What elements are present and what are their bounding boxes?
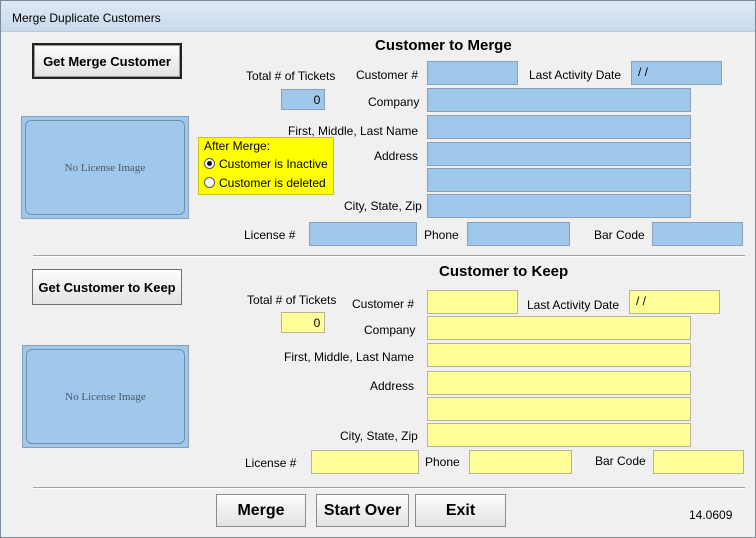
after-merge-group: After Merge: Customer is Inactive Custom… xyxy=(198,137,334,195)
merge-name-label: First, Middle, Last Name xyxy=(288,124,419,138)
merge-barcode-label: Bar Code xyxy=(594,228,645,242)
keep-company-label: Company xyxy=(364,323,416,337)
merge-last-activity-label: Last Activity Date xyxy=(529,68,622,82)
keep-phone-field[interactable] xyxy=(469,450,572,474)
radio-customer-deleted-label[interactable]: Customer is deleted xyxy=(219,176,326,190)
get-customer-to-keep-button[interactable]: Get Customer to Keep xyxy=(32,269,182,305)
keep-license-image: No License Image xyxy=(22,345,189,448)
merge-name-field[interactable] xyxy=(427,115,691,139)
keep-total-tickets-field: 0 xyxy=(281,312,325,333)
merge-company-label: Company xyxy=(368,95,420,109)
keep-license-field[interactable] xyxy=(311,450,419,474)
exit-button[interactable]: Exit xyxy=(415,494,506,527)
keep-customer-no-field[interactable] xyxy=(427,290,518,314)
merge-total-tickets-label: Total # of Tickets xyxy=(246,69,336,83)
window-title: Merge Duplicate Customers xyxy=(12,11,161,25)
merge-duplicate-customers-window: Merge Duplicate Customers Get Merge Cust… xyxy=(0,0,756,538)
start-over-button[interactable]: Start Over xyxy=(316,494,409,527)
version-label: 14.0609 xyxy=(689,508,733,522)
merge-company-field[interactable] xyxy=(427,88,691,112)
keep-last-activity-label: Last Activity Date xyxy=(527,298,620,312)
after-merge-label: After Merge: xyxy=(204,139,271,153)
keep-city-label: City, State, Zip xyxy=(340,429,418,443)
get-merge-customer-button[interactable]: Get Merge Customer xyxy=(32,43,182,79)
keep-phone-label: Phone xyxy=(425,455,460,469)
merge-city-label: City, State, Zip xyxy=(344,199,422,213)
radio-customer-deleted[interactable] xyxy=(204,177,215,188)
section-divider xyxy=(33,255,745,257)
keep-license-image-text: No License Image xyxy=(65,390,146,403)
merge-address-field-1[interactable] xyxy=(427,142,691,166)
keep-address-field-1[interactable] xyxy=(427,371,691,395)
keep-customer-no-label: Customer # xyxy=(352,297,415,311)
merge-city-field[interactable] xyxy=(427,194,691,218)
footer-divider xyxy=(33,487,745,489)
keep-barcode-field[interactable] xyxy=(653,450,744,474)
merge-last-activity-field[interactable]: / / xyxy=(631,61,722,85)
merge-section-heading: Customer to Merge xyxy=(375,37,512,54)
keep-name-field[interactable] xyxy=(427,343,691,367)
radio-customer-inactive[interactable] xyxy=(204,158,215,169)
merge-address-field-2[interactable] xyxy=(427,168,691,192)
keep-city-field[interactable] xyxy=(427,423,691,447)
merge-license-image-text: No License Image xyxy=(64,161,146,174)
keep-address-label: Address xyxy=(370,379,415,393)
keep-address-field-2[interactable] xyxy=(427,397,691,421)
merge-license-image: No License Image xyxy=(21,116,189,219)
merge-button[interactable]: Merge xyxy=(216,494,306,527)
keep-name-label: First, Middle, Last Name xyxy=(284,350,415,364)
merge-barcode-field[interactable] xyxy=(652,222,743,246)
merge-total-tickets-field: 0 xyxy=(281,89,325,110)
merge-phone-label: Phone xyxy=(424,228,459,242)
keep-section-heading: Customer to Keep xyxy=(439,263,569,280)
keep-license-label: License # xyxy=(245,456,297,470)
keep-last-activity-field[interactable]: / / xyxy=(629,290,720,314)
keep-company-field[interactable] xyxy=(427,316,691,340)
merge-license-field[interactable] xyxy=(309,222,417,246)
merge-customer-no-label: Customer # xyxy=(356,68,419,82)
merge-license-label: License # xyxy=(244,228,296,242)
merge-customer-no-field[interactable] xyxy=(427,61,518,85)
keep-barcode-label: Bar Code xyxy=(595,454,646,468)
radio-customer-inactive-label[interactable]: Customer is Inactive xyxy=(219,157,328,171)
title-bar: Merge Duplicate Customers xyxy=(1,1,755,32)
merge-address-label: Address xyxy=(374,149,419,163)
keep-total-tickets-label: Total # of Tickets xyxy=(247,293,337,307)
merge-phone-field[interactable] xyxy=(467,222,570,246)
